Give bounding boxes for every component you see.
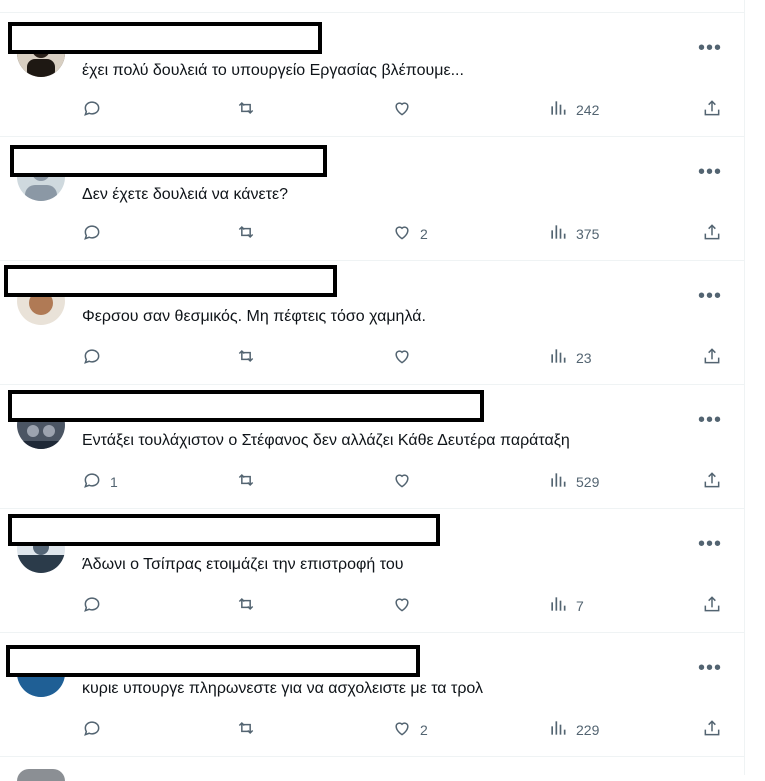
like-count: 2: [420, 225, 428, 242]
retweet-button[interactable]: [236, 594, 256, 617]
like-button[interactable]: [392, 594, 420, 617]
share-icon: [702, 470, 722, 493]
like-button[interactable]: 2: [392, 718, 428, 741]
reply-count: 1: [110, 473, 118, 490]
views-count: 23: [576, 349, 592, 366]
reply-item[interactable]: ••• Δεν έχετε δουλειά να κάνετε? 2 375: [0, 137, 744, 261]
share-icon: [702, 98, 722, 121]
share-icon: [702, 718, 722, 741]
reply-item[interactable]: ••• Φερσου σαν θεσμικός. Μη πέφτεις τόσο…: [0, 261, 744, 385]
views-icon: [548, 346, 568, 369]
like-icon: [392, 470, 412, 493]
reply-icon: [82, 718, 102, 741]
views-icon: [548, 594, 568, 617]
reply-item[interactable]: ••• έχει πολύ δουλειά το υπουργείο Εργασ…: [0, 13, 744, 137]
views-count: 7: [576, 597, 584, 614]
views-button[interactable]: 242: [548, 98, 599, 121]
reply-item[interactable]: ••• Εντάξει τουλάχιστον ο Στέφανος δεν α…: [0, 385, 744, 509]
views-icon: [548, 222, 568, 245]
like-icon: [392, 98, 412, 121]
views-count: 375: [576, 225, 600, 242]
retweet-button[interactable]: [236, 470, 256, 493]
share-button[interactable]: [702, 222, 722, 245]
retweet-button[interactable]: [236, 718, 256, 741]
reply-button[interactable]: [82, 98, 110, 121]
avatar[interactable]: [17, 769, 65, 781]
like-icon: [392, 594, 412, 617]
like-icon: [392, 346, 412, 369]
retweet-icon: [236, 346, 256, 369]
views-button[interactable]: 229: [548, 718, 599, 741]
views-icon: [548, 470, 568, 493]
views-count: 229: [576, 721, 600, 738]
retweet-icon: [236, 594, 256, 617]
retweet-icon: [236, 98, 256, 121]
like-icon: [392, 718, 412, 741]
views-icon: [548, 98, 568, 121]
reply-icon: [82, 222, 102, 245]
like-button[interactable]: 2: [392, 222, 428, 245]
retweet-icon: [236, 222, 256, 245]
action-bar: 2 375: [0, 137, 744, 261]
reply-icon: [82, 346, 102, 369]
retweet-icon: [236, 470, 256, 493]
share-icon: [702, 222, 722, 245]
like-count: 2: [420, 721, 428, 738]
views-button[interactable]: 375: [548, 222, 599, 245]
like-button[interactable]: [392, 470, 420, 493]
action-bar: 23: [0, 261, 744, 385]
action-bar: 7: [0, 509, 744, 633]
replies-feed: ••• έχει πολύ δουλειά το υπουργείο Εργασ…: [0, 0, 745, 781]
retweet-button[interactable]: [236, 222, 256, 245]
share-button[interactable]: [702, 594, 722, 617]
action-bar: 1 529: [0, 385, 744, 509]
reply-button[interactable]: [82, 346, 110, 369]
retweet-button[interactable]: [236, 346, 256, 369]
views-count: 529: [576, 473, 600, 490]
reply-icon: [82, 594, 102, 617]
reply-button[interactable]: 1: [82, 470, 118, 493]
retweet-button[interactable]: [236, 98, 256, 121]
reply-button[interactable]: [82, 594, 110, 617]
reply-button[interactable]: [82, 222, 110, 245]
like-button[interactable]: [392, 98, 420, 121]
reply-item[interactable]: ••• Άδωνι ο Τσίπρας ετοιμάζει την επιστρ…: [0, 509, 744, 633]
action-bar: 2 229: [0, 633, 744, 757]
share-button[interactable]: [702, 470, 722, 493]
like-icon: [392, 222, 412, 245]
share-icon: [702, 346, 722, 369]
views-icon: [548, 718, 568, 741]
share-icon: [702, 594, 722, 617]
reply-item[interactable]: ••• κυριε υπουργε πληρωνεστε για να ασχο…: [0, 633, 744, 757]
reply-button[interactable]: [82, 718, 110, 741]
share-button[interactable]: [702, 346, 722, 369]
views-button[interactable]: 7: [548, 594, 584, 617]
action-bar: 242: [0, 13, 744, 137]
views-button[interactable]: 23: [548, 346, 592, 369]
retweet-icon: [236, 718, 256, 741]
views-count: 242: [576, 101, 600, 118]
views-button[interactable]: 529: [548, 470, 599, 493]
share-button[interactable]: [702, 98, 722, 121]
reply-icon: [82, 470, 102, 493]
share-button[interactable]: [702, 718, 722, 741]
reply-icon: [82, 98, 102, 121]
like-button[interactable]: [392, 346, 420, 369]
